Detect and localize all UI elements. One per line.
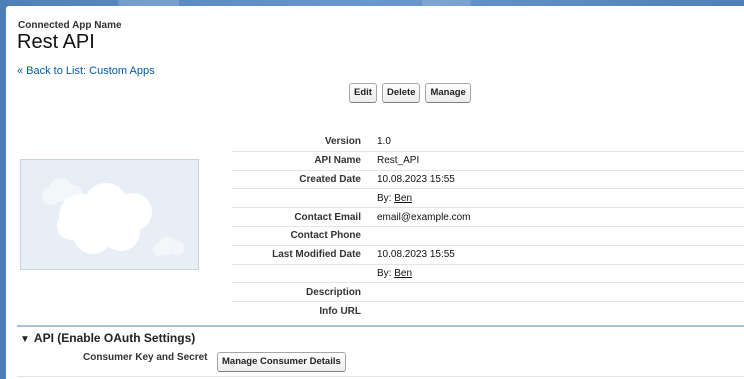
detail-row-description: Description — [232, 283, 744, 303]
details-table: Version 1.0 API Name Rest_API Created Da… — [232, 133, 744, 320]
created-date-value: 10.08.2023 15:55 — [377, 173, 455, 185]
detail-panel: Connected App Name Rest API « Back to Li… — [6, 6, 744, 379]
manage-consumer-details-button[interactable]: Manage Consumer Details — [217, 352, 346, 372]
contact-phone-label: Contact Phone — [290, 230, 361, 242]
last-modified-label: Last Modified Date — [272, 249, 361, 261]
detail-row-created-date: Created Date 10.08.2023 15:55 — [232, 171, 744, 190]
contact-email-value: email@example.com — [377, 211, 471, 223]
cloud-logo-icon — [42, 178, 184, 256]
detail-row-created-by: By: Ben — [232, 189, 744, 209]
api-name-value: Rest_API — [377, 155, 420, 167]
created-date-label: Created Date — [299, 173, 361, 185]
detail-row-api-name: API Name Rest_API — [232, 152, 744, 171]
by-prefix: By: — [377, 267, 392, 279]
detail-row-version: Version 1.0 — [232, 133, 744, 152]
toolbar: Edit Delete Manage — [349, 83, 471, 103]
manage-button[interactable]: Manage — [425, 83, 471, 103]
api-section-title: API (Enable OAuth Settings) — [33, 331, 196, 345]
detail-row-contact-email: Contact Email email@example.com — [232, 208, 744, 227]
created-by-user-link[interactable]: Ben — [394, 193, 412, 204]
detail-row-info-url: Info URL — [232, 302, 744, 320]
api-name-label: API Name — [314, 155, 361, 167]
contact-email-label: Contact Email — [294, 211, 361, 223]
by-prefix: By: — [377, 192, 392, 204]
consumer-key-label: Consumer Key and Secret — [83, 352, 208, 363]
last-modified-value: 10.08.2023 15:55 — [377, 249, 455, 261]
version-value: 1.0 — [377, 136, 391, 148]
info-url-label: Info URL — [319, 305, 361, 317]
page-title: Rest API — [17, 31, 95, 53]
back-to-list-link[interactable]: « Back to List: Custom Apps — [17, 65, 155, 77]
modified-by-user-link[interactable]: Ben — [394, 268, 412, 279]
detail-row-modified-by: By: Ben — [232, 265, 744, 284]
section-divider — [17, 325, 744, 327]
header-label: Connected App Name — [18, 20, 122, 31]
description-label: Description — [305, 286, 361, 298]
triangle-down-icon[interactable]: ▼ — [20, 334, 30, 345]
row-divider — [17, 376, 744, 377]
api-section-header[interactable]: ▼ API (Enable OAuth Settings) — [20, 331, 195, 345]
edit-button[interactable]: Edit — [349, 83, 377, 103]
detail-row-contact-phone: Contact Phone — [232, 227, 744, 246]
app-logo — [20, 159, 199, 270]
detail-row-last-modified: Last Modified Date 10.08.2023 15:55 — [232, 246, 744, 265]
modified-by-value: By: Ben — [377, 268, 744, 279]
delete-button[interactable]: Delete — [381, 83, 421, 103]
created-by-value: By: Ben — [377, 193, 744, 204]
version-label: Version — [324, 136, 361, 148]
